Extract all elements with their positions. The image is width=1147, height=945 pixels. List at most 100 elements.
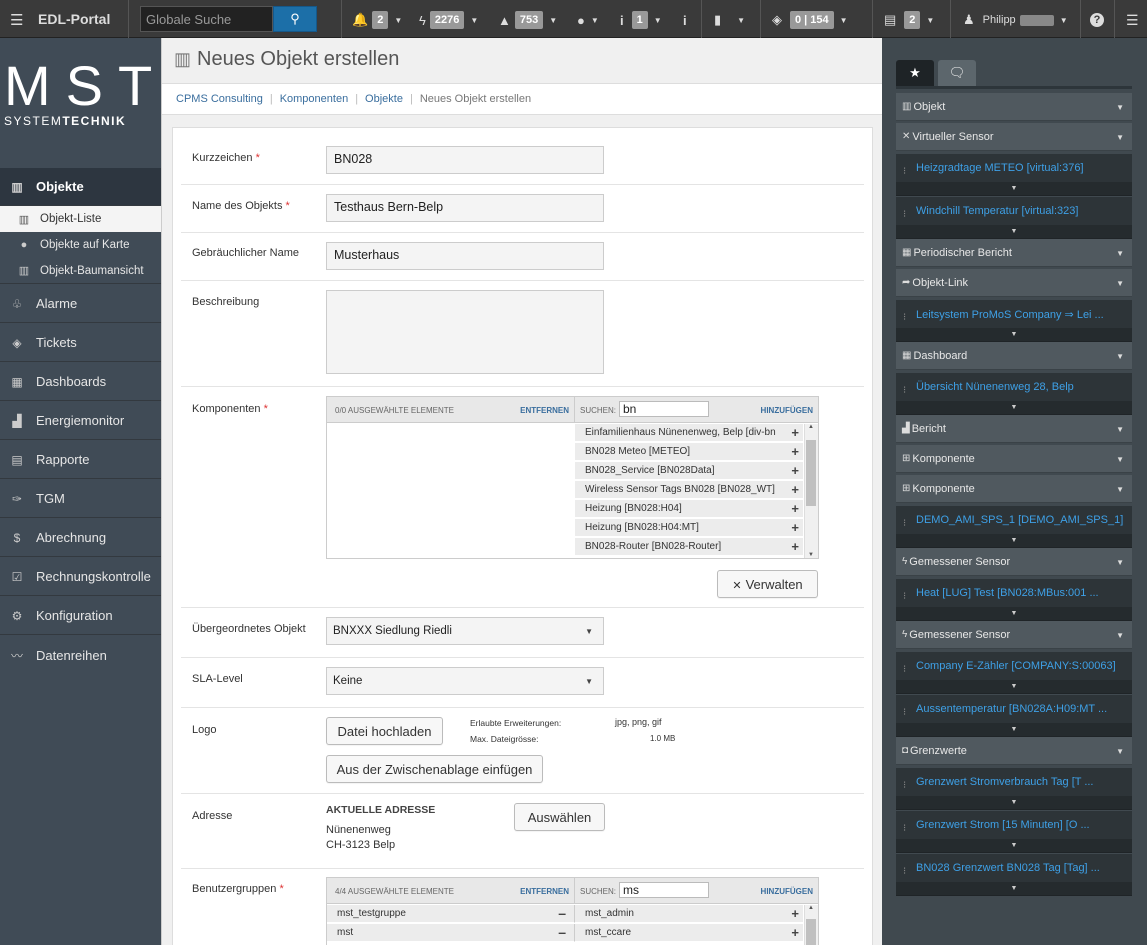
panel-list-item[interactable]: ⁝ Windchill Temperatur [virtual:323] ▼ <box>896 197 1132 239</box>
panel-section-header[interactable]: ▦ Periodischer Bericht ▼ <box>896 239 1132 267</box>
help-button[interactable]: ? <box>1090 10 1104 30</box>
reports-dropdown[interactable]: ▤ 2 ▼ <box>884 10 934 30</box>
item-link[interactable]: Heizgradtage METEO [virtual:376] <box>916 162 1084 174</box>
sidebar-item-dashboards[interactable]: ▦ Dashboards <box>0 363 161 401</box>
item-link[interactable]: Heat [LUG] Test [BN028:MBus:001 ... <box>916 587 1099 599</box>
remove-all-link[interactable]: ENTFERNEN <box>520 887 569 896</box>
expand-icon[interactable]: ▼ <box>896 534 1132 547</box>
drag-handle-icon[interactable]: ⁝ <box>903 312 906 323</box>
panel-list-item[interactable]: ⁝ Heizgradtage METEO [virtual:376] ▼ <box>896 154 1132 196</box>
panel-section-header[interactable]: ▟ Bericht ▼ <box>896 415 1132 443</box>
sidebar-item-tgm[interactable]: ✑ TGM <box>0 480 161 518</box>
sidebar-item-tickets[interactable]: ◈ Tickets <box>0 324 161 362</box>
upload-file-button[interactable]: Datei hochladen <box>326 717 443 745</box>
alarms-dropdown[interactable]: 🔔 2 ▼ <box>352 10 402 30</box>
panel-section-header[interactable]: ⊞ Komponente ▼ <box>896 475 1132 503</box>
item-link[interactable]: Übersicht Nünenenweg 28, Belp <box>916 381 1074 393</box>
sidebar-item-datenreihen[interactable]: 〰 Datenreihen <box>0 636 161 674</box>
scroll-up-icon[interactable]: ▲ <box>808 905 814 911</box>
panel-section-header[interactable]: ϟ Gemessener Sensor ▼ <box>896 548 1132 576</box>
expand-icon[interactable]: ▼ <box>896 225 1132 238</box>
sidebar-item-abrechnung[interactable]: $ Abrechnung <box>0 519 161 557</box>
scrollbar-thumb[interactable] <box>806 440 816 506</box>
drag-handle-icon[interactable]: ⁝ <box>903 209 906 220</box>
messages-dropdown[interactable]: ▮ ▼ <box>714 10 745 30</box>
selected-list-item[interactable]: mst – <box>327 924 575 942</box>
chevron-down-icon[interactable]: ▼ <box>1116 133 1124 142</box>
scrollbar[interactable]: ▲ <box>804 905 818 945</box>
chevron-down-icon[interactable]: ▼ <box>1116 747 1124 756</box>
common-name-input[interactable]: Musterhaus <box>326 242 604 270</box>
chevron-down-icon[interactable]: ▼ <box>1116 103 1124 112</box>
panel-list-item[interactable]: ⁝ Übersicht Nünenenweg 28, Belp ▼ <box>896 373 1132 415</box>
expand-icon[interactable]: ▼ <box>896 839 1132 852</box>
add-all-link[interactable]: HINZUFÜGEN <box>761 887 813 896</box>
chevron-down-icon[interactable]: ▼ <box>1116 455 1124 464</box>
breadcrumb-link[interactable]: Komponenten <box>280 93 349 105</box>
events-dropdown[interactable]: ϟ 2276 ▼ <box>419 10 478 30</box>
verwalten-button[interactable]: ✕ Verwalten <box>717 570 818 598</box>
chevron-down-icon[interactable]: ▼ <box>1116 631 1124 640</box>
expand-icon[interactable]: ▼ <box>896 796 1132 809</box>
expand-icon[interactable]: ▼ <box>896 723 1132 736</box>
plus-icon[interactable]: + <box>791 520 799 535</box>
drag-handle-icon[interactable]: ⁝ <box>903 591 906 602</box>
drag-handle-icon[interactable]: ⁝ <box>903 823 906 834</box>
tab-favorites[interactable]: ★ <box>896 60 934 86</box>
chevron-down-icon[interactable]: ▼ <box>1116 558 1124 567</box>
panel-section-header[interactable]: ▥ Objekt ▼ <box>896 93 1132 121</box>
breadcrumb-link[interactable]: Objekte <box>365 93 403 105</box>
info-button[interactable]: i <box>683 10 691 30</box>
panel-list-item[interactable]: ⁝ Heat [LUG] Test [BN028:MBus:001 ... ▼ <box>896 579 1132 621</box>
warnings-dropdown[interactable]: ▲ 753 ▼ <box>498 10 557 30</box>
scrollbar[interactable]: ▲ ▼ <box>804 424 818 558</box>
panel-section-header[interactable]: ◘ Grenzwerte ▼ <box>896 737 1132 765</box>
sidebar-subitem-objekt-liste[interactable]: ▥ Objekt-Liste <box>0 206 161 232</box>
panel-section-header[interactable]: ⊞ Komponente ▼ <box>896 445 1132 473</box>
plus-icon[interactable]: + <box>791 925 799 940</box>
scrollbar-thumb[interactable] <box>806 919 816 945</box>
plus-icon[interactable]: + <box>791 501 799 516</box>
list-item[interactable]: Einfamilienhaus Nünenenweg, Belp [div-bn… <box>575 424 803 442</box>
expand-icon[interactable]: ▼ <box>896 607 1132 620</box>
tickets-dropdown[interactable]: ◈ 0 | 154 ▼ <box>772 10 848 30</box>
description-textarea[interactable] <box>326 290 604 374</box>
groups-search-input[interactable]: ms <box>619 882 709 898</box>
drag-handle-icon[interactable]: ⁝ <box>903 166 906 177</box>
list-item[interactable]: BN028_Service [BN028Data] + <box>575 462 803 480</box>
drag-handle-icon[interactable]: ⁝ <box>903 707 906 718</box>
item-link[interactable]: Leitsystem ProMoS Company ⇒ Lei ... <box>916 308 1104 321</box>
chevron-down-icon[interactable]: ▼ <box>1116 279 1124 288</box>
plus-icon[interactable]: + <box>791 906 799 921</box>
expand-icon[interactable]: ▼ <box>896 882 1132 895</box>
item-link[interactable]: Aussentemperatur [BN028A:H09:MT ... <box>916 703 1107 715</box>
item-link[interactable]: Grenzwert Strom [15 Minuten] [O ... <box>916 819 1090 831</box>
item-link[interactable]: Company E-Zähler [COMPANY:S:00063] <box>916 660 1116 672</box>
search-button[interactable]: ⚲ <box>273 6 317 32</box>
panel-section-header[interactable]: ϟ Gemessener Sensor ▼ <box>896 621 1132 649</box>
drag-handle-icon[interactable]: ⁝ <box>903 518 906 529</box>
panel-list-item[interactable]: ⁝ Company E-Zähler [COMPANY:S:00063] ▼ <box>896 652 1132 694</box>
panel-section-header[interactable]: ➦ Objekt-Link ▼ <box>896 269 1132 297</box>
kurzzeichen-input[interactable]: BN028 <box>326 146 604 174</box>
plus-icon[interactable]: + <box>791 463 799 478</box>
add-all-link[interactable]: HINZUFÜGEN <box>761 406 813 415</box>
name-input[interactable]: Testhaus Bern-Belp <box>326 194 604 222</box>
sidebar-item-energiemonitor[interactable]: ▟ Energiemonitor <box>0 402 161 440</box>
plus-icon[interactable]: + <box>791 444 799 459</box>
plus-icon[interactable]: + <box>791 425 799 440</box>
plus-icon[interactable]: + <box>791 482 799 497</box>
minus-icon[interactable]: – <box>558 924 566 940</box>
expand-icon[interactable]: ▼ <box>896 182 1132 195</box>
item-link[interactable]: Grenzwert Stromverbrauch Tag [T ... <box>916 776 1094 788</box>
paste-clipboard-button[interactable]: Aus der Zwischenablage einfügen <box>326 755 543 783</box>
tab-comments[interactable]: 🗨 <box>938 60 976 86</box>
expand-icon[interactable]: ▼ <box>896 401 1132 414</box>
sla-select[interactable]: Keine ▼ <box>326 667 604 695</box>
item-link[interactable]: BN028 Grenzwert BN028 Tag [Tag] ... <box>916 862 1100 874</box>
item-link[interactable]: Windchill Temperatur [virtual:323] <box>916 205 1078 217</box>
sidebar-item-rapporte[interactable]: ▤ Rapporte <box>0 441 161 479</box>
item-link[interactable]: DEMO_AMI_SPS_1 [DEMO_AMI_SPS_1] <box>916 514 1123 526</box>
menu-icon[interactable]: ☰ <box>10 11 23 29</box>
expand-icon[interactable]: ▼ <box>896 680 1132 693</box>
